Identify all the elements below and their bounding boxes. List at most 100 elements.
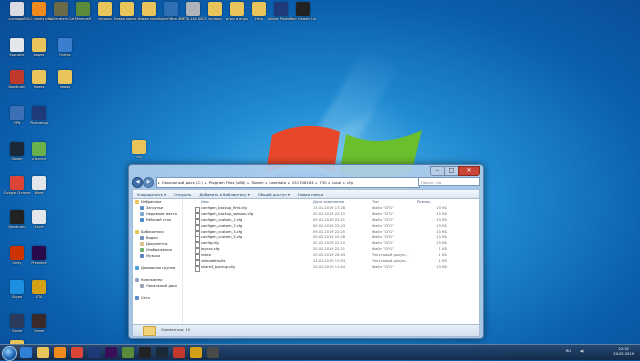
close-button[interactable]: ✕ (458, 166, 480, 176)
search-input[interactable]: Поиск: cfg (418, 177, 480, 186)
desktop-icon-image (58, 38, 72, 52)
clock-date: 20.02.2019 (613, 352, 634, 356)
desktop-icon[interactable]: видео (26, 38, 52, 57)
file-list: Имя Дата изменения Тип Размер configen_b… (185, 199, 479, 324)
minimize-button[interactable]: – (430, 166, 445, 176)
share-button[interactable]: Общий доступ ▾ (258, 192, 290, 197)
unity-icon[interactable] (139, 347, 151, 358)
desktop-icon-image (10, 246, 24, 260)
nav-item[interactable]: Сеть (133, 295, 182, 301)
desktop-icon-image (10, 142, 24, 156)
star-icon (135, 200, 139, 204)
desktop-icon-image (32, 2, 46, 16)
app-icon[interactable] (207, 347, 219, 358)
premiere-icon[interactable] (105, 347, 117, 358)
breadcrumb-item[interactable]: cfg (346, 180, 354, 185)
maximize-button[interactable]: □ (444, 166, 459, 176)
desktop-icon-image (32, 142, 46, 156)
desktop-icon-label: uTorrent (32, 157, 46, 161)
desktop-icon-label: Epic Games Launcher (290, 17, 316, 21)
desktop-icon-image (142, 2, 156, 16)
bandicam-icon[interactable] (173, 347, 185, 358)
breadcrumb-item[interactable]: Steam (250, 180, 264, 185)
desktop-icon[interactable]: Excel (26, 210, 52, 229)
desktop-icon-label: Word (34, 191, 44, 195)
media-player-icon[interactable] (54, 347, 66, 358)
clock[interactable]: 22:32 20.02.2019 (613, 347, 634, 357)
language-indicator[interactable]: RU (566, 349, 571, 353)
desktop-icon-image (10, 70, 24, 84)
desktop-icon-image (32, 280, 46, 294)
breadcrumb-item[interactable]: Локальный диск (C:) (161, 180, 204, 185)
add-to-library-button[interactable]: Добавить в библиотеку ▾ (199, 192, 249, 197)
desktop-icon-image (186, 2, 200, 16)
desktop-icon[interactable]: Premiere (26, 246, 52, 265)
desktop-icon-image (76, 2, 90, 16)
desktop-icon[interactable]: GTA (26, 280, 52, 299)
breadcrumb-item[interactable]: Program Files (x86) (208, 180, 247, 185)
desktop-icon-label: Photoshop (30, 121, 48, 125)
desktop-icon[interactable]: новая (52, 70, 78, 89)
new-folder-button[interactable]: Новая папка (298, 192, 323, 197)
folder-icon[interactable] (37, 347, 49, 358)
desktop-folder-cfg[interactable]: cfg (126, 140, 152, 159)
network-icon (135, 296, 139, 300)
desktop-icon-image (32, 38, 46, 52)
desktop-icon[interactable]: Photoshop (26, 106, 52, 125)
desktop-icon-image (296, 2, 310, 16)
desktop-icon-image (274, 2, 288, 16)
photoshop-icon[interactable] (88, 347, 100, 358)
desktop-icon-label: Game (33, 329, 45, 333)
navigation-bar: ◀ ▶ ▸ Локальный диск (C:) ▸ Program Files (… (132, 177, 480, 188)
library-icon (135, 230, 139, 234)
address-bar[interactable]: ▸ Локальный диск (C:) ▸ Program Files (x86)… (156, 177, 420, 188)
start-button[interactable] (2, 346, 17, 361)
chrome-icon[interactable] (71, 347, 83, 358)
open-button[interactable]: Открыть (174, 192, 191, 197)
desktop-icon-image (32, 176, 46, 190)
internet-explorer-icon[interactable] (20, 347, 32, 358)
desktop-icon-image (10, 210, 24, 224)
explorer-window[interactable]: – □ ✕ ◀ ▶ ▸ Локальный диск (C:) ▸ Program F… (128, 164, 484, 339)
file-name: share3_backup.cfg (201, 264, 235, 269)
csgo-icon[interactable] (190, 347, 202, 358)
desktop-icon-image (120, 2, 134, 16)
desktop-icon-image (208, 2, 222, 16)
music-icon (140, 254, 144, 258)
desktop-icon-image (32, 210, 46, 224)
drive-icon (140, 284, 144, 288)
back-button[interactable]: ◀ (132, 177, 143, 188)
steam-icon[interactable] (156, 347, 168, 358)
organize-button[interactable]: Упорядочить ▾ (137, 192, 166, 197)
desktop-icon-image (164, 2, 178, 16)
desktop-icon-label: Новая (33, 85, 45, 89)
desktop-icon-label: Excel (34, 225, 44, 229)
desktop-icon[interactable]: uTorrent (26, 142, 52, 161)
folder-icon (143, 326, 156, 336)
column-size[interactable]: Размер (417, 199, 447, 206)
breadcrumb-item[interactable]: local (331, 180, 342, 185)
desktop-icon[interactable]: Word (26, 176, 52, 195)
desktop-icon[interactable]: Game (26, 314, 52, 333)
breadcrumb-item[interactable]: 730 (318, 180, 327, 185)
homegroup-icon (135, 266, 139, 270)
file-row[interactable]: share3_backup.cfg 20.02.2019 11:44 Файл "C… (185, 264, 479, 272)
recent-icon (140, 212, 144, 216)
column-name[interactable]: Имя (201, 199, 286, 206)
desktop-icon-image (32, 106, 46, 120)
folder-icon (132, 140, 146, 154)
forward-button[interactable]: ▶ (143, 177, 154, 188)
desktop-icon (140, 218, 144, 222)
column-type[interactable]: Тип (372, 199, 416, 206)
volume-icon[interactable]: ◀) (580, 349, 584, 353)
desktop-icon-image (54, 2, 68, 16)
minecraft-icon[interactable] (122, 347, 134, 358)
file-type: Файл "CFG" (372, 264, 394, 269)
breadcrumb-item[interactable]: 251708164 (291, 180, 315, 185)
breadcrumb-item[interactable]: userdata (268, 180, 287, 185)
column-date[interactable]: Дата изменения (313, 199, 363, 206)
desktop-icon[interactable]: Epic Games Launcher (290, 2, 316, 21)
images-icon (140, 248, 144, 252)
desktop-icon[interactable]: Новая (26, 70, 52, 89)
desktop-icon[interactable]: Firefox (52, 38, 78, 57)
